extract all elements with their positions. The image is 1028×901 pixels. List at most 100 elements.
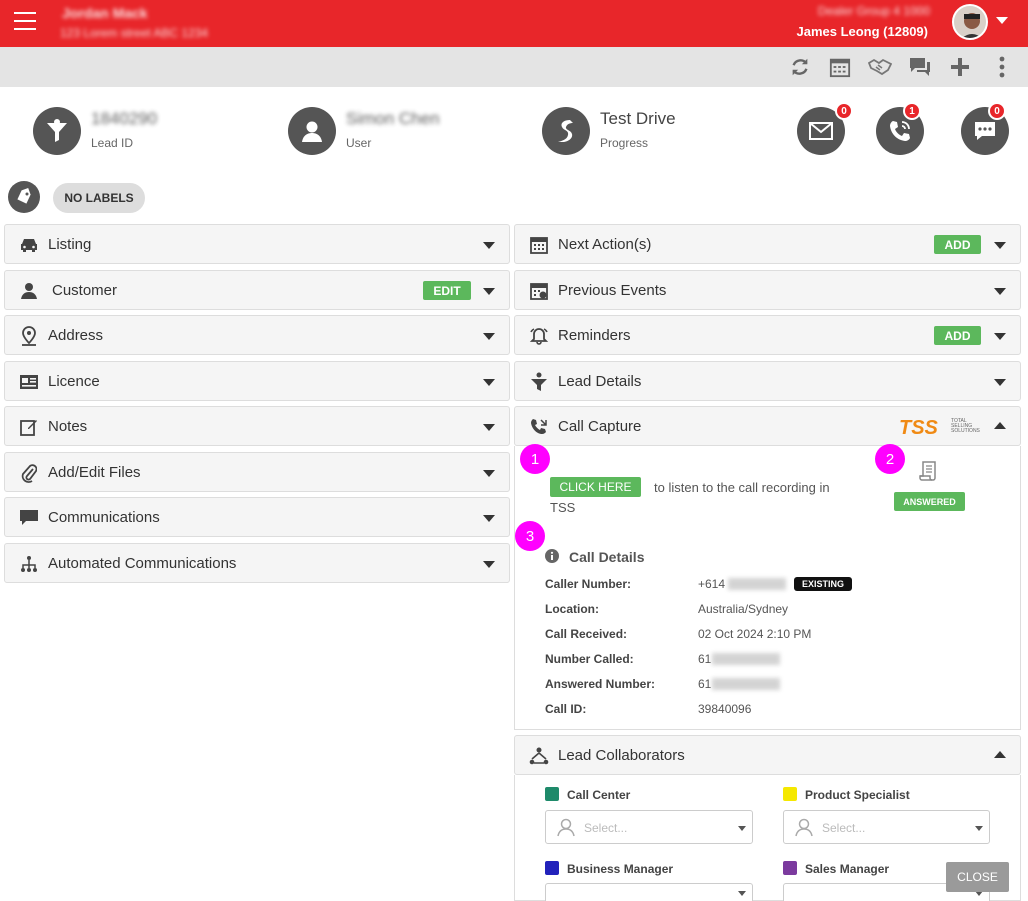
dealer-name: Jordan Mack [62,5,148,21]
lead-id-value: 1840290 [91,109,158,128]
chevron-down-icon[interactable] [483,288,495,295]
handshake-icon[interactable] [868,55,892,79]
panel-notes[interactable]: Notes [4,406,510,446]
panel-call-capture[interactable]: Call Capture TSS TOTAL SELLING SOLUTIONS [514,406,1021,446]
select-placeholder: Select... [822,821,866,835]
listen-recording-text: to listen to the call recording in [654,480,830,495]
paperclip-icon [19,463,39,483]
calendar-icon [529,235,549,255]
transcript-scroll-icon[interactable] [918,460,940,487]
hamburger-menu-icon[interactable] [14,12,36,32]
user-value: Simon Chen [346,109,440,128]
panel-listing[interactable]: Listing [4,224,510,264]
chevron-up-icon[interactable] [994,751,1006,758]
redacted-caller-number [728,578,786,590]
business-manager-color-swatch [545,861,559,875]
annotation-marker-3: 3 [515,521,545,551]
tag-icon[interactable] [8,181,40,213]
existing-customer-badge: EXISTING [794,577,853,591]
panel-title: Communications [48,509,160,526]
product-specialist-color-swatch [783,787,797,801]
listen-recording-text-2: TSS [550,500,576,515]
panel-lead-details[interactable]: Lead Details [514,361,1021,401]
id-card-icon [19,372,39,392]
chevron-down-icon[interactable] [483,242,495,249]
panel-next-actions[interactable]: Next Action(s) ADD [514,224,1021,264]
role-label-call-center: Call Center [567,788,631,802]
redacted-answered-number [712,678,780,690]
chevron-down-icon[interactable] [994,242,1006,249]
panel-address[interactable]: Address [4,315,510,355]
reminders-add-button[interactable]: ADD [934,326,981,345]
panel-reminders[interactable]: Reminders ADD [514,315,1021,355]
detail-value-caller-number: +614 [698,577,726,591]
collaborators-icon [529,746,549,766]
panel-add-edit-files[interactable]: Add/Edit Files [4,452,510,492]
detail-value-answered-number: 61 [698,677,712,691]
chevron-down-icon[interactable] [483,379,495,386]
redacted-number-called [712,653,780,665]
current-user-name[interactable]: James Leong (12809) [796,24,928,39]
progress-value: Test Drive [600,109,676,128]
panel-title: Previous Events [558,282,667,299]
customer-edit-button[interactable]: EDIT [423,281,471,300]
chevron-down-icon[interactable] [483,470,495,477]
panel-customer[interactable]: Customer EDIT [4,270,510,310]
user-person-icon [288,107,336,155]
chevron-down-icon[interactable] [738,891,746,896]
detail-label-location: Location: [545,602,599,616]
chevron-down-icon[interactable] [738,826,746,831]
panel-title: Next Action(s) [558,236,652,253]
car-icon [19,235,39,255]
panel-lead-collaborators[interactable]: Lead Collaborators [514,735,1021,775]
detail-value-location: Australia/Sydney [698,602,789,616]
call-center-select[interactable]: Select... [545,810,753,844]
role-label-business-manager: Business Manager [567,862,674,876]
user-menu-chevron-down-icon[interactable] [996,17,1008,24]
no-labels-chip[interactable]: NO LABELS [53,183,145,213]
panel-previous-events[interactable]: Previous Events [514,270,1021,310]
alarm-bell-icon [529,326,549,346]
chevron-down-icon[interactable] [483,561,495,568]
close-button[interactable]: CLOSE [946,862,1009,892]
business-manager-select[interactable] [545,883,753,901]
tss-logo-text: TSS [899,417,938,439]
user-avatar[interactable] [952,4,988,40]
top-bar: Jordan Mack 123 Lorem street ABC 1234 De… [0,0,1028,47]
chevron-down-icon[interactable] [994,379,1006,386]
progress-label: Progress [600,136,649,150]
chevron-down-icon[interactable] [483,424,495,431]
action-toolbar [0,47,1028,87]
chevron-down-icon[interactable] [975,826,983,831]
phone-icon [529,417,549,437]
chevron-up-icon[interactable] [994,422,1006,429]
panel-title: Licence [48,373,100,390]
role-label-sales-manager: Sales Manager [805,862,890,876]
click-here-button[interactable]: CLICK HERE [550,477,641,497]
panel-title: Address [48,327,104,344]
chevron-down-icon[interactable] [483,333,495,340]
plus-icon[interactable] [948,55,972,79]
role-label-product-specialist: Product Specialist [805,788,910,802]
call-count-badge: 1 [903,102,921,120]
product-specialist-select[interactable]: Select... [783,810,990,844]
org-tree-icon [19,554,39,574]
tss-logo-subtext: TOTAL SELLING SOLUTIONS [951,418,980,434]
refresh-icon[interactable] [788,55,812,79]
panel-automated-communications[interactable]: Automated Communications [4,543,510,583]
chat-bubbles-icon[interactable] [908,55,932,79]
call-center-color-swatch [545,787,559,801]
next-action-add-button[interactable]: ADD [934,235,981,254]
sales-manager-color-swatch [783,861,797,875]
panel-licence[interactable]: Licence [4,361,510,401]
panel-title: Customer [52,282,118,299]
chevron-down-icon[interactable] [483,515,495,522]
chevron-down-icon[interactable] [994,288,1006,295]
more-vertical-icon[interactable] [990,55,1014,79]
speech-bubble-icon [19,508,39,528]
calendar-icon[interactable] [828,55,852,79]
detail-label-number-called: Number Called: [545,652,634,666]
panel-communications[interactable]: Communications [4,497,510,537]
annotation-marker-2: 2 [875,444,905,474]
chevron-down-icon[interactable] [994,333,1006,340]
